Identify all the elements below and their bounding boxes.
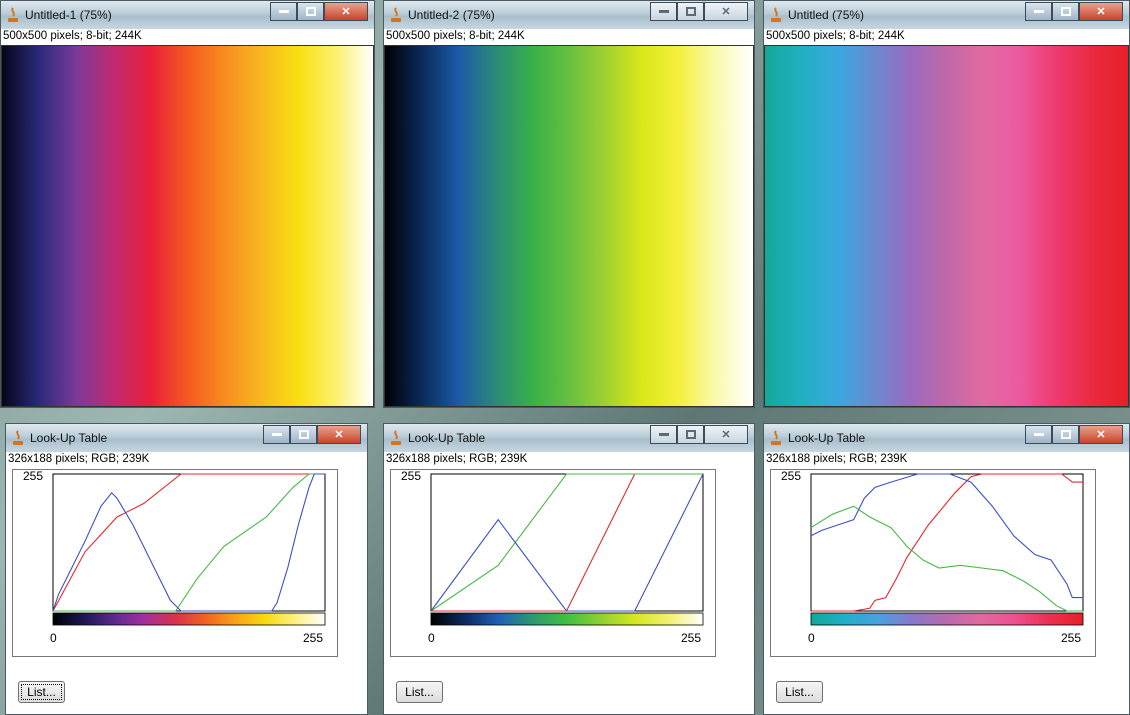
lut-info: 326x188 pixels; RGB; 239K	[8, 453, 150, 465]
window-controls: ✕	[650, 2, 748, 22]
java-app-icon	[771, 430, 781, 445]
maximize-button[interactable]	[677, 2, 704, 21]
lut-chart: 255 0 255	[23, 469, 326, 645]
list-button[interactable]: List...	[18, 681, 65, 703]
close-button[interactable]: ✕	[704, 425, 748, 444]
x-max-label: 255	[303, 631, 323, 645]
lut-color-bar	[430, 612, 704, 626]
x-max-label: 255	[681, 631, 701, 645]
image-canvas[interactable]	[764, 45, 1129, 407]
lut-chart: 255 0 255	[401, 469, 704, 645]
window-title: Untitled (75%)	[788, 8, 865, 22]
window-title: Untitled-2 (75%)	[408, 8, 495, 22]
image-window-1[interactable]: Untitled-1 (75%) ✕ 500x500 pixels; 8-bit…	[0, 0, 375, 408]
title-bar[interactable]: Look-Up Table ✕	[764, 424, 1129, 452]
java-app-icon	[13, 430, 23, 445]
lut-color-bar	[52, 612, 326, 626]
java-app-icon	[771, 7, 781, 22]
minimize-button[interactable]	[1025, 425, 1052, 444]
java-app-icon	[8, 7, 18, 22]
window-controls: ✕	[263, 425, 361, 445]
image-window-2[interactable]: Untitled-2 (75%) ✕ 500x500 pixels; 8-bit…	[383, 0, 755, 408]
lut-plot-panel: 255 0 255	[390, 469, 716, 657]
close-button[interactable]: ✕	[704, 2, 748, 21]
close-button[interactable]: ✕	[1079, 2, 1123, 21]
window-controls: ✕	[650, 425, 748, 445]
x-min-label: 0	[808, 631, 815, 645]
plot-frame	[810, 473, 1084, 612]
window-title: Look-Up Table	[788, 431, 866, 445]
lut-plot-panel: 255 0 255	[770, 469, 1096, 657]
close-button[interactable]: ✕	[317, 425, 361, 444]
lut-window-3[interactable]: Look-Up Table ✕ 326x188 pixels; RGB; 239…	[763, 423, 1130, 715]
plot-frame	[430, 473, 704, 612]
lut-color-bar	[810, 612, 1084, 626]
image-info: 500x500 pixels; 8-bit; 244K	[3, 30, 142, 42]
window-controls: ✕	[1025, 425, 1123, 445]
image-info: 500x500 pixels; 8-bit; 244K	[766, 30, 905, 42]
minimize-button[interactable]	[263, 425, 290, 444]
title-bar[interactable]: Untitled (75%) ✕	[764, 1, 1129, 29]
x-max-label: 255	[1061, 631, 1081, 645]
image-window-3[interactable]: Untitled (75%) ✕ 500x500 pixels; 8-bit; …	[763, 0, 1130, 408]
close-button[interactable]: ✕	[1079, 425, 1123, 444]
maximize-button[interactable]	[1052, 2, 1079, 21]
list-button[interactable]: List...	[396, 681, 443, 703]
java-app-icon	[391, 7, 401, 22]
window-title: Look-Up Table	[408, 431, 486, 445]
title-bar[interactable]: Look-Up Table ✕	[384, 424, 754, 452]
y-max-label: 255	[23, 470, 43, 483]
maximize-button[interactable]	[297, 2, 324, 21]
minimize-button[interactable]	[1025, 2, 1052, 21]
y-max-label: 255	[781, 470, 801, 483]
java-app-icon	[391, 430, 401, 445]
minimize-button[interactable]	[270, 2, 297, 21]
window-controls: ✕	[270, 2, 368, 22]
title-bar[interactable]: Look-Up Table ✕	[6, 424, 367, 452]
lut-window-2[interactable]: Look-Up Table ✕ 326x188 pixels; RGB; 239…	[383, 423, 755, 715]
minimize-button[interactable]	[650, 2, 677, 21]
close-button[interactable]: ✕	[324, 2, 368, 21]
x-min-label: 0	[50, 631, 57, 645]
image-canvas[interactable]	[384, 45, 754, 407]
lut-info: 326x188 pixels; RGB; 239K	[386, 453, 528, 465]
image-canvas[interactable]	[1, 45, 374, 407]
maximize-button[interactable]	[1052, 425, 1079, 444]
lut-plot-panel: 255 0 255	[12, 469, 338, 657]
y-max-label: 255	[401, 470, 421, 483]
window-title: Look-Up Table	[30, 431, 108, 445]
minimize-button[interactable]	[650, 425, 677, 444]
image-info: 500x500 pixels; 8-bit; 244K	[386, 30, 525, 42]
maximize-button[interactable]	[677, 425, 704, 444]
lut-window-1[interactable]: Look-Up Table ✕ 326x188 pixels; RGB; 239…	[5, 423, 368, 715]
lut-info: 326x188 pixels; RGB; 239K	[766, 453, 908, 465]
lut-chart: 255 0 255	[781, 469, 1084, 645]
window-controls: ✕	[1025, 2, 1123, 22]
x-min-label: 0	[428, 631, 435, 645]
window-title: Untitled-1 (75%)	[25, 8, 112, 22]
maximize-button[interactable]	[290, 425, 317, 444]
title-bar[interactable]: Untitled-2 (75%) ✕	[384, 1, 754, 29]
list-button[interactable]: List...	[776, 681, 823, 703]
title-bar[interactable]: Untitled-1 (75%) ✕	[1, 1, 374, 29]
